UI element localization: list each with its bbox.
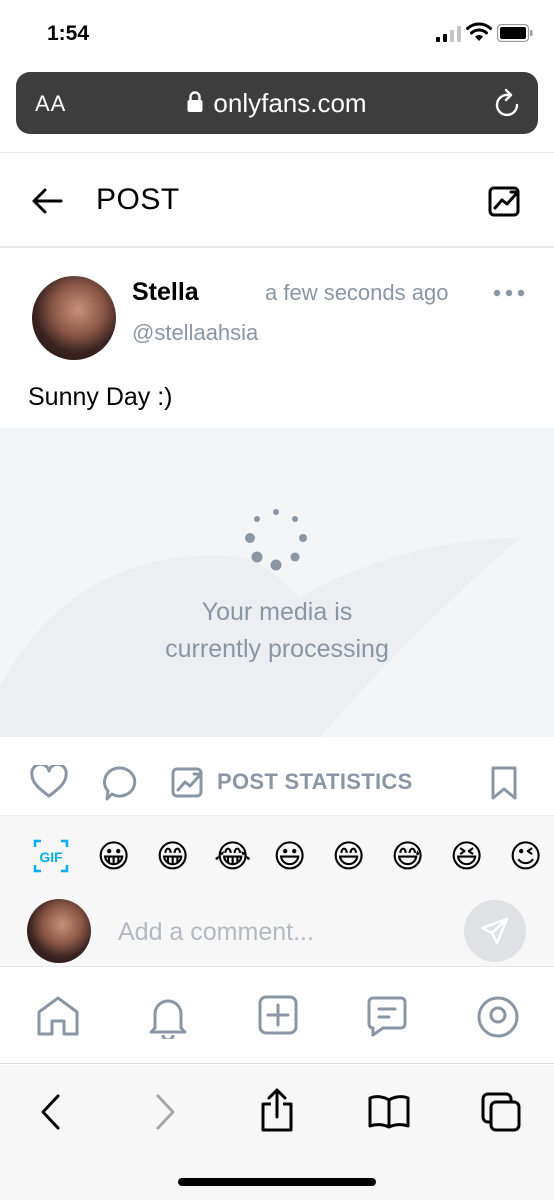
send-comment-button[interactable] xyxy=(464,900,526,962)
media-processing-message: Your media is currently processing xyxy=(0,594,554,668)
statistics-icon[interactable] xyxy=(171,766,205,798)
share-icon[interactable] xyxy=(258,1087,296,1133)
notifications-bell-icon[interactable] xyxy=(147,995,189,1039)
author-name[interactable]: Stella xyxy=(132,278,199,307)
app-tab-bar xyxy=(0,968,554,1064)
emoji-button[interactable]: 😄 xyxy=(332,837,365,875)
reload-icon[interactable] xyxy=(494,88,522,118)
send-icon xyxy=(480,917,509,945)
media-processing-line2: currently processing xyxy=(165,635,389,663)
emoji-bar: GIF 😀 😁 😂 😃 😄 😅 😆 😉 xyxy=(0,815,554,895)
battery-icon xyxy=(497,24,533,42)
url-display[interactable]: onlyfans.com xyxy=(16,88,538,119)
cellular-signal-icon xyxy=(436,26,461,42)
emoji-button[interactable]: 😂 xyxy=(214,837,251,875)
bookmarks-book-icon[interactable] xyxy=(367,1093,411,1129)
post-timestamp: a few seconds ago xyxy=(265,280,449,305)
author-handle[interactable]: @stellaahsia xyxy=(132,320,258,346)
emoji-button[interactable]: 😆 xyxy=(450,837,483,875)
url-text: onlyfans.com xyxy=(213,88,367,118)
media-placeholder: Your media is currently processing xyxy=(0,428,554,737)
gif-icon[interactable]: GIF xyxy=(33,839,69,873)
loading-spinner-icon xyxy=(245,509,307,571)
gif-label: GIF xyxy=(39,849,63,865)
post-actions-bar: POST STATISTICS xyxy=(0,737,554,815)
messages-icon[interactable] xyxy=(367,995,407,1037)
post-statistics-icon[interactable] xyxy=(487,183,523,219)
emoji-button[interactable]: 😉 xyxy=(509,837,542,875)
profile-icon[interactable] xyxy=(476,995,520,1039)
post-statistics-link[interactable]: POST STATISTICS xyxy=(217,769,413,795)
bookmark-icon[interactable] xyxy=(490,765,518,801)
browser-forward-icon[interactable] xyxy=(154,1092,178,1132)
lock-icon xyxy=(187,91,203,112)
status-time: 1:54 xyxy=(47,22,90,45)
watermark-shape xyxy=(0,538,520,737)
post-text: Sunny Day :) xyxy=(28,383,173,411)
home-icon[interactable] xyxy=(36,995,80,1037)
wifi-icon xyxy=(466,22,492,41)
emoji-button[interactable]: 😁 xyxy=(156,837,189,875)
comment-bubble-icon[interactable] xyxy=(101,765,137,803)
comment-input[interactable] xyxy=(118,913,448,951)
browser-back-icon[interactable] xyxy=(38,1092,62,1132)
emoji-button[interactable]: 😀 xyxy=(97,837,130,875)
browser-address-bar[interactable]: AA onlyfans.com xyxy=(16,72,538,134)
emoji-button[interactable]: 😃 xyxy=(273,837,306,875)
home-indicator xyxy=(178,1178,376,1186)
status-bar: 1:54 xyxy=(0,0,554,66)
more-options-icon[interactable] xyxy=(493,288,525,298)
page-title: POST xyxy=(96,183,180,216)
page-header: POST xyxy=(0,152,554,248)
current-user-avatar xyxy=(27,899,91,963)
add-post-icon[interactable] xyxy=(258,995,298,1035)
author-avatar[interactable] xyxy=(32,276,116,360)
emoji-button[interactable]: 😅 xyxy=(391,837,424,875)
media-processing-line1: Your media is xyxy=(201,598,353,626)
tabs-icon[interactable] xyxy=(480,1091,522,1133)
heart-icon[interactable] xyxy=(30,765,68,799)
back-arrow-icon[interactable] xyxy=(30,183,66,219)
